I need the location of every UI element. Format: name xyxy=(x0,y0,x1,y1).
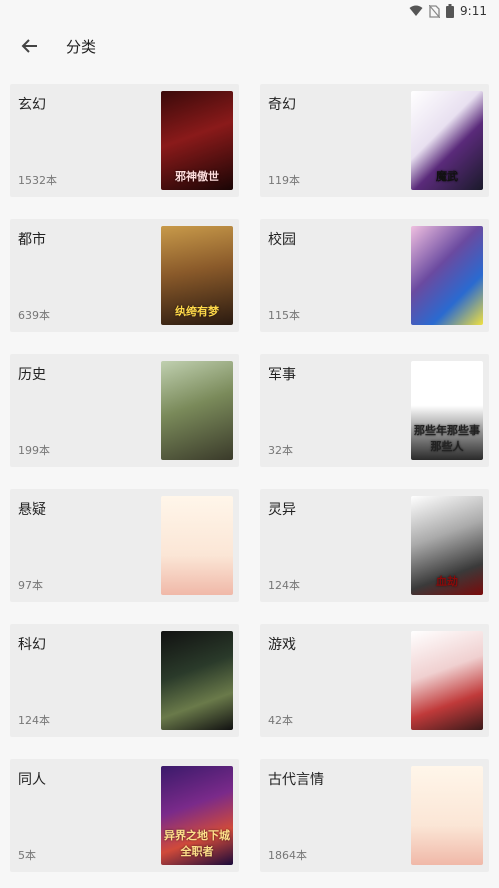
category-count: 124本 xyxy=(268,579,300,592)
category-name: 科幻 xyxy=(18,637,46,653)
category-card[interactable]: 奇幻 119本 魔武 xyxy=(260,84,489,197)
category-cover: 邪神傲世 xyxy=(161,91,233,190)
category-card[interactable]: 古代言情 1864本 xyxy=(260,759,489,872)
category-name: 灵异 xyxy=(268,502,296,518)
category-count: 119本 xyxy=(268,174,300,187)
category-count: 115本 xyxy=(268,309,300,322)
status-time: 9:11 xyxy=(460,4,487,18)
category-cover: 异界之地下城全职者 xyxy=(161,766,233,865)
arrow-back-icon xyxy=(21,39,37,53)
category-cover xyxy=(411,766,483,865)
category-cover: 那些年那些事那些人 xyxy=(411,361,483,460)
cover-title xyxy=(411,857,483,865)
category-count: 32本 xyxy=(268,444,293,457)
category-card[interactable]: 科幻 124本 xyxy=(10,624,239,737)
cover-title xyxy=(411,317,483,325)
category-grid: 玄幻 1532本 邪神傲世 奇幻 119本 魔武 都市 639本 纨绔有梦 校园… xyxy=(10,84,489,872)
category-count: 124本 xyxy=(18,714,50,727)
category-cover xyxy=(161,361,233,460)
category-card[interactable]: 都市 639本 纨绔有梦 xyxy=(10,219,239,332)
cover-title: 异界之地下城全职者 xyxy=(164,829,230,858)
back-button[interactable] xyxy=(10,26,50,66)
category-card[interactable]: 军事 32本 那些年那些事那些人 xyxy=(260,354,489,467)
page-title: 分类 xyxy=(66,37,97,56)
category-count: 639本 xyxy=(18,309,50,322)
cover-title: 那些年那些事那些人 xyxy=(414,424,480,453)
cover-title: 血劫 xyxy=(436,575,458,588)
category-cover xyxy=(161,496,233,595)
category-name: 军事 xyxy=(268,367,296,383)
category-name: 都市 xyxy=(18,232,46,248)
category-cover xyxy=(411,226,483,325)
category-count: 1532本 xyxy=(18,174,57,187)
battery-icon xyxy=(446,4,455,18)
category-cover: 血劫 xyxy=(411,496,483,595)
category-card[interactable]: 游戏 42本 xyxy=(260,624,489,737)
category-name: 同人 xyxy=(18,772,46,788)
category-card[interactable]: 悬疑 97本 xyxy=(10,489,239,602)
wifi-icon xyxy=(409,5,423,17)
category-cover xyxy=(161,631,233,730)
cover-title: 魔武 xyxy=(436,170,458,183)
category-card[interactable]: 历史 199本 xyxy=(10,354,239,467)
category-count: 1864本 xyxy=(268,849,307,862)
cover-title xyxy=(161,452,233,460)
category-name: 玄幻 xyxy=(18,97,46,113)
category-name: 古代言情 xyxy=(268,772,324,788)
cover-title xyxy=(411,722,483,730)
category-card[interactable]: 灵异 124本 血劫 xyxy=(260,489,489,602)
category-name: 奇幻 xyxy=(268,97,296,113)
status-bar: 9:11 xyxy=(0,0,499,22)
cover-title: 邪神傲世 xyxy=(175,170,219,183)
category-name: 游戏 xyxy=(268,637,296,653)
category-card[interactable]: 同人 5本 异界之地下城全职者 xyxy=(10,759,239,872)
category-card[interactable]: 校园 115本 xyxy=(260,219,489,332)
category-name: 悬疑 xyxy=(18,502,46,518)
category-cover: 魔武 xyxy=(411,91,483,190)
app-bar: 分类 xyxy=(0,22,499,70)
no-sim-icon xyxy=(429,4,441,18)
cover-title xyxy=(161,587,233,595)
category-card[interactable]: 玄幻 1532本 邪神傲世 xyxy=(10,84,239,197)
cover-title: 纨绔有梦 xyxy=(175,305,219,318)
category-count: 199本 xyxy=(18,444,50,457)
category-name: 校园 xyxy=(268,232,296,248)
category-cover xyxy=(411,631,483,730)
category-name: 历史 xyxy=(18,367,46,383)
category-count: 42本 xyxy=(268,714,293,727)
category-cover: 纨绔有梦 xyxy=(161,226,233,325)
cover-title xyxy=(161,722,233,730)
category-count: 97本 xyxy=(18,579,43,592)
category-count: 5本 xyxy=(18,849,36,862)
